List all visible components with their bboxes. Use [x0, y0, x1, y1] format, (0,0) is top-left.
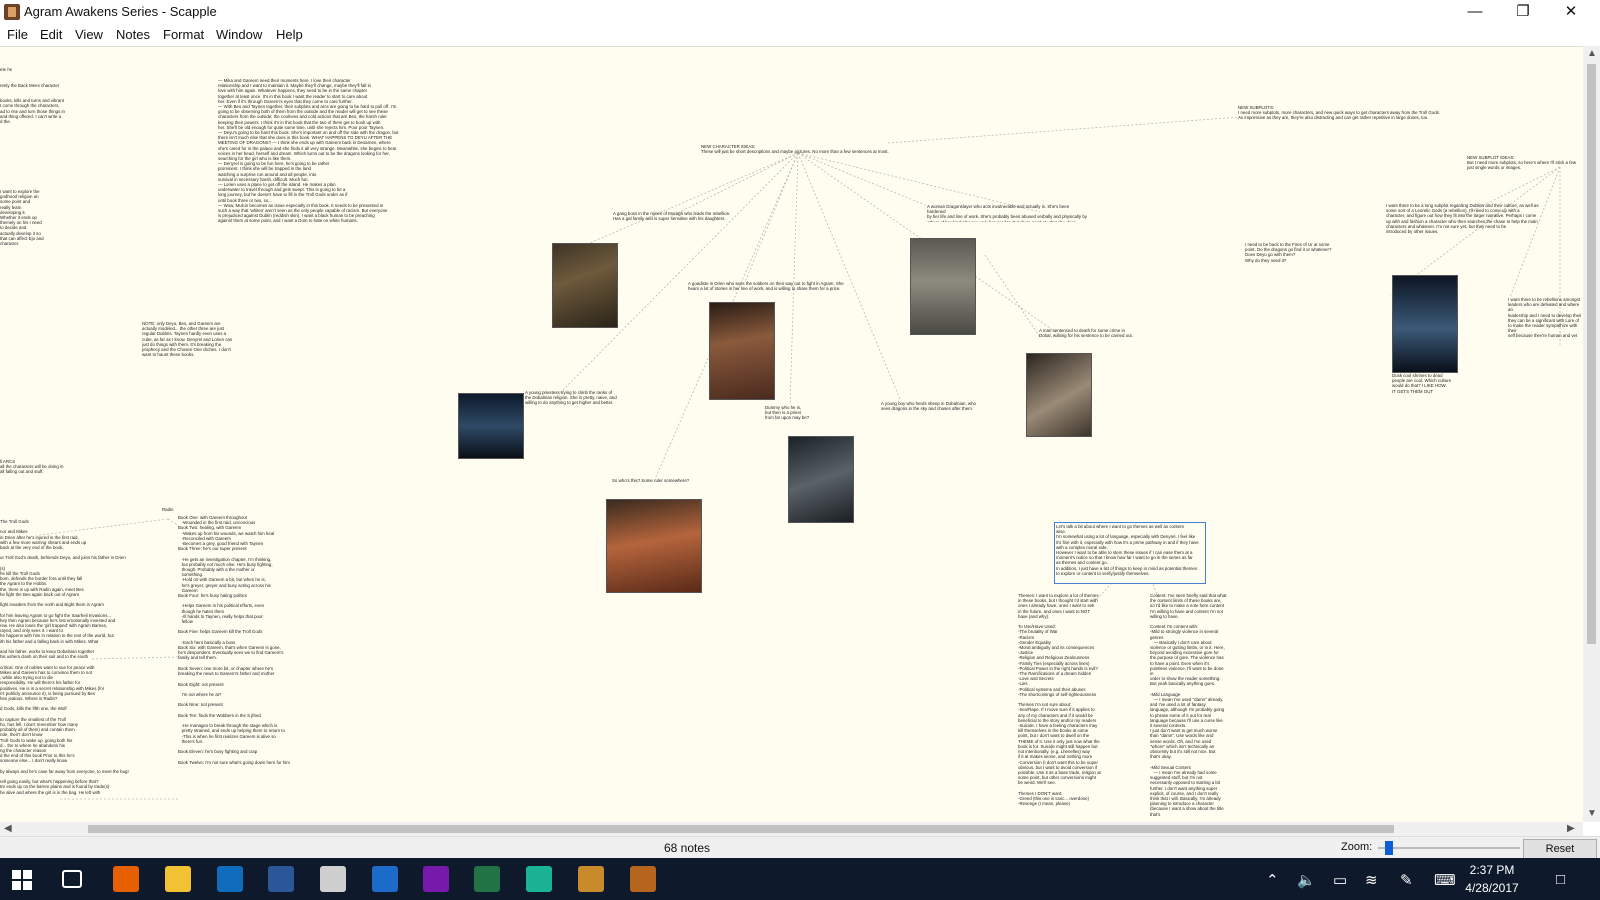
menu-format[interactable]: Format: [163, 27, 204, 42]
taskbar-firefox-icon[interactable]: [113, 866, 139, 892]
note-radin-label[interactable]: Radin: [162, 507, 192, 515]
taskbar-scapple-icon[interactable]: [630, 866, 656, 892]
zoom-label: Zoom:: [1341, 841, 1373, 853]
note-new-subplots[interactable]: NEW SUBPLOTS: I need more subplots, more…: [1238, 105, 1443, 121]
character-image-priestess[interactable]: [458, 393, 524, 459]
image-dusk-shrine[interactable]: [1392, 275, 1458, 373]
taskbar-word-icon[interactable]: [268, 866, 294, 892]
character-image-condemned-man[interactable]: [1026, 353, 1092, 437]
note-themes-and-content-bordered[interactable]: Let's talk a bit about where I want to g…: [1054, 522, 1206, 584]
vertical-scroll-thumb[interactable]: [1587, 64, 1596, 644]
horizontal-scroll-thumb[interactable]: [88, 825, 1394, 833]
scroll-left-icon[interactable]: ◀: [4, 823, 12, 834]
menu-file[interactable]: File: [7, 27, 28, 42]
clock-time: 2:37 PM: [1469, 863, 1515, 877]
taskbar-excel-icon[interactable]: [474, 866, 500, 892]
menu-help[interactable]: Help: [276, 27, 303, 42]
note-rebellions-right-edge[interactable]: I want there to be rebellions amongst le…: [1508, 297, 1583, 337]
window-title: Agram Awakens Series - Scapple: [24, 4, 217, 19]
character-image-ruler[interactable]: [606, 499, 702, 593]
taskbar-draw-icon[interactable]: [578, 866, 604, 892]
character-image-goadiste[interactable]: [709, 302, 775, 400]
note-troll-gods-arcs[interactable]: The Troll Gods nor and Mikes in Drien af…: [0, 519, 130, 809]
scroll-up-icon[interactable]: ▲: [1587, 48, 1597, 59]
action-center-icon[interactable]: □: [1556, 871, 1565, 888]
task-view-icon[interactable]: [62, 870, 82, 888]
note-goadiste[interactable]: A goadiste in Drien who sees the soldier…: [688, 281, 860, 293]
scroll-down-icon[interactable]: ▼: [1587, 808, 1597, 819]
character-image-dragonslayer[interactable]: [910, 238, 976, 335]
scroll-right-icon[interactable]: ▶: [1567, 823, 1575, 834]
note-dusk-shrines[interactable]: Dusk cool shrines to dead people are coo…: [1392, 373, 1462, 397]
taskbar-outlook-icon[interactable]: [217, 866, 243, 892]
status-bar: 68 notes Zoom: Reset: [0, 836, 1600, 859]
clock-date: 4/28/2017: [1465, 881, 1519, 895]
volume-icon[interactable]: 🔈: [1297, 871, 1316, 889]
character-image-dummy[interactable]: [788, 436, 854, 523]
scapple-canvas[interactable]: ete hs renly the Back Mees character boo…: [0, 46, 1583, 823]
zoom-slider-track[interactable]: [1378, 847, 1520, 849]
note-death-sentence[interactable]: A man sentenced to death for some crime …: [1039, 328, 1139, 340]
windows-taskbar: ⌃ 🔈 ▭ ≋ ✎ ⌨ 2:37 PM 4/28/2017 □: [0, 858, 1600, 900]
close-button[interactable]: ✕: [1548, 0, 1594, 24]
taskbar-onenote-icon[interactable]: [423, 866, 449, 892]
note-new-character-ideas[interactable]: NEW CHARACTER IDEAS: These will just be …: [701, 144, 901, 156]
pen-icon[interactable]: ✎: [1400, 871, 1413, 889]
note-left-edge-1[interactable]: ete hs renly the Back Mees character boo…: [0, 67, 70, 137]
note-content-list[interactable]: Content: I've seen briefly said that wha…: [1150, 593, 1228, 823]
character-image-gang-boss[interactable]: [552, 243, 618, 328]
minimize-button[interactable]: —: [1452, 0, 1498, 24]
wifi-icon[interactable]: ≋: [1365, 871, 1378, 889]
note-actually-modeled[interactable]: NOTE: only Deyu, Bes, and Gareem are act…: [142, 321, 234, 361]
menu-bar: File Edit View Notes Format Window Help: [0, 24, 1600, 46]
note-radin-book-outline[interactable]: Book One: with Gareem throughout -Wounde…: [178, 515, 298, 807]
tray-chevron-icon[interactable]: ⌃: [1266, 871, 1279, 889]
note-gang-boss[interactable]: A gang boss in the mines of Moragh who l…: [613, 211, 738, 223]
note-character-arcs-top[interactable]: — Mika and Gareem need their moments her…: [218, 78, 403, 278]
note-dublin-subplot[interactable]: I want there to be a long subplot regard…: [1386, 203, 1546, 243]
note-fires-of-ur[interactable]: I need to be back to the Fires of Ur at …: [1245, 242, 1345, 266]
note-shepherd-boy[interactable]: A young boy who herds sheep in Dobalnian…: [881, 401, 986, 413]
zoom-reset-button[interactable]: Reset: [1523, 839, 1597, 859]
vertical-scrollbar[interactable]: ▲ ▼: [1583, 46, 1600, 822]
horizontal-scrollbar[interactable]: ◀ ▶: [0, 822, 1583, 836]
taskbar-edge-icon[interactable]: [372, 866, 398, 892]
taskbar-vectr-icon[interactable]: [526, 866, 552, 892]
note-all-arcs[interactable]: ll ARCS all the characters will be doing…: [0, 459, 70, 479]
note-dragonslayer[interactable]: A woman Dragonslayer who acts invulnerab…: [927, 204, 1087, 222]
note-dummy[interactable]: Dummy who he is, but then is a priest fr…: [765, 405, 815, 423]
restore-button[interactable]: ❐: [1500, 0, 1546, 24]
note-new-subplot-ideas[interactable]: NEW SUBPLOT IDEAS: But I need more subpl…: [1467, 155, 1583, 171]
note-priestess[interactable]: A young priestess trying to climb the ra…: [525, 390, 625, 408]
note-count: 68 notes: [664, 841, 711, 855]
battery-icon[interactable]: ▭: [1333, 871, 1347, 889]
menu-window[interactable]: Window: [216, 27, 262, 42]
menu-view[interactable]: View: [75, 27, 103, 42]
note-left-edge-2[interactable]: I want to explore the godhood religion a…: [0, 189, 44, 269]
menu-edit[interactable]: Edit: [40, 27, 62, 42]
menu-notes[interactable]: Notes: [116, 27, 150, 42]
windows-start-icon[interactable]: [12, 870, 32, 890]
system-clock[interactable]: 2:37 PM 4/28/2017: [1452, 861, 1532, 897]
title-bar: Agram Awakens Series - Scapple — ❐ ✕: [0, 0, 1600, 24]
note-themes-list[interactable]: Themes: I want to explore a lot of theme…: [1018, 593, 1110, 823]
taskbar-scrivener-icon[interactable]: [320, 866, 346, 892]
scapple-app-icon: [4, 4, 20, 20]
taskbar-file-explorer-icon[interactable]: [165, 866, 191, 892]
note-ruler[interactable]: So who's this? Some ruler somewhere?: [612, 478, 712, 486]
zoom-slider-thumb[interactable]: [1384, 841, 1393, 855]
